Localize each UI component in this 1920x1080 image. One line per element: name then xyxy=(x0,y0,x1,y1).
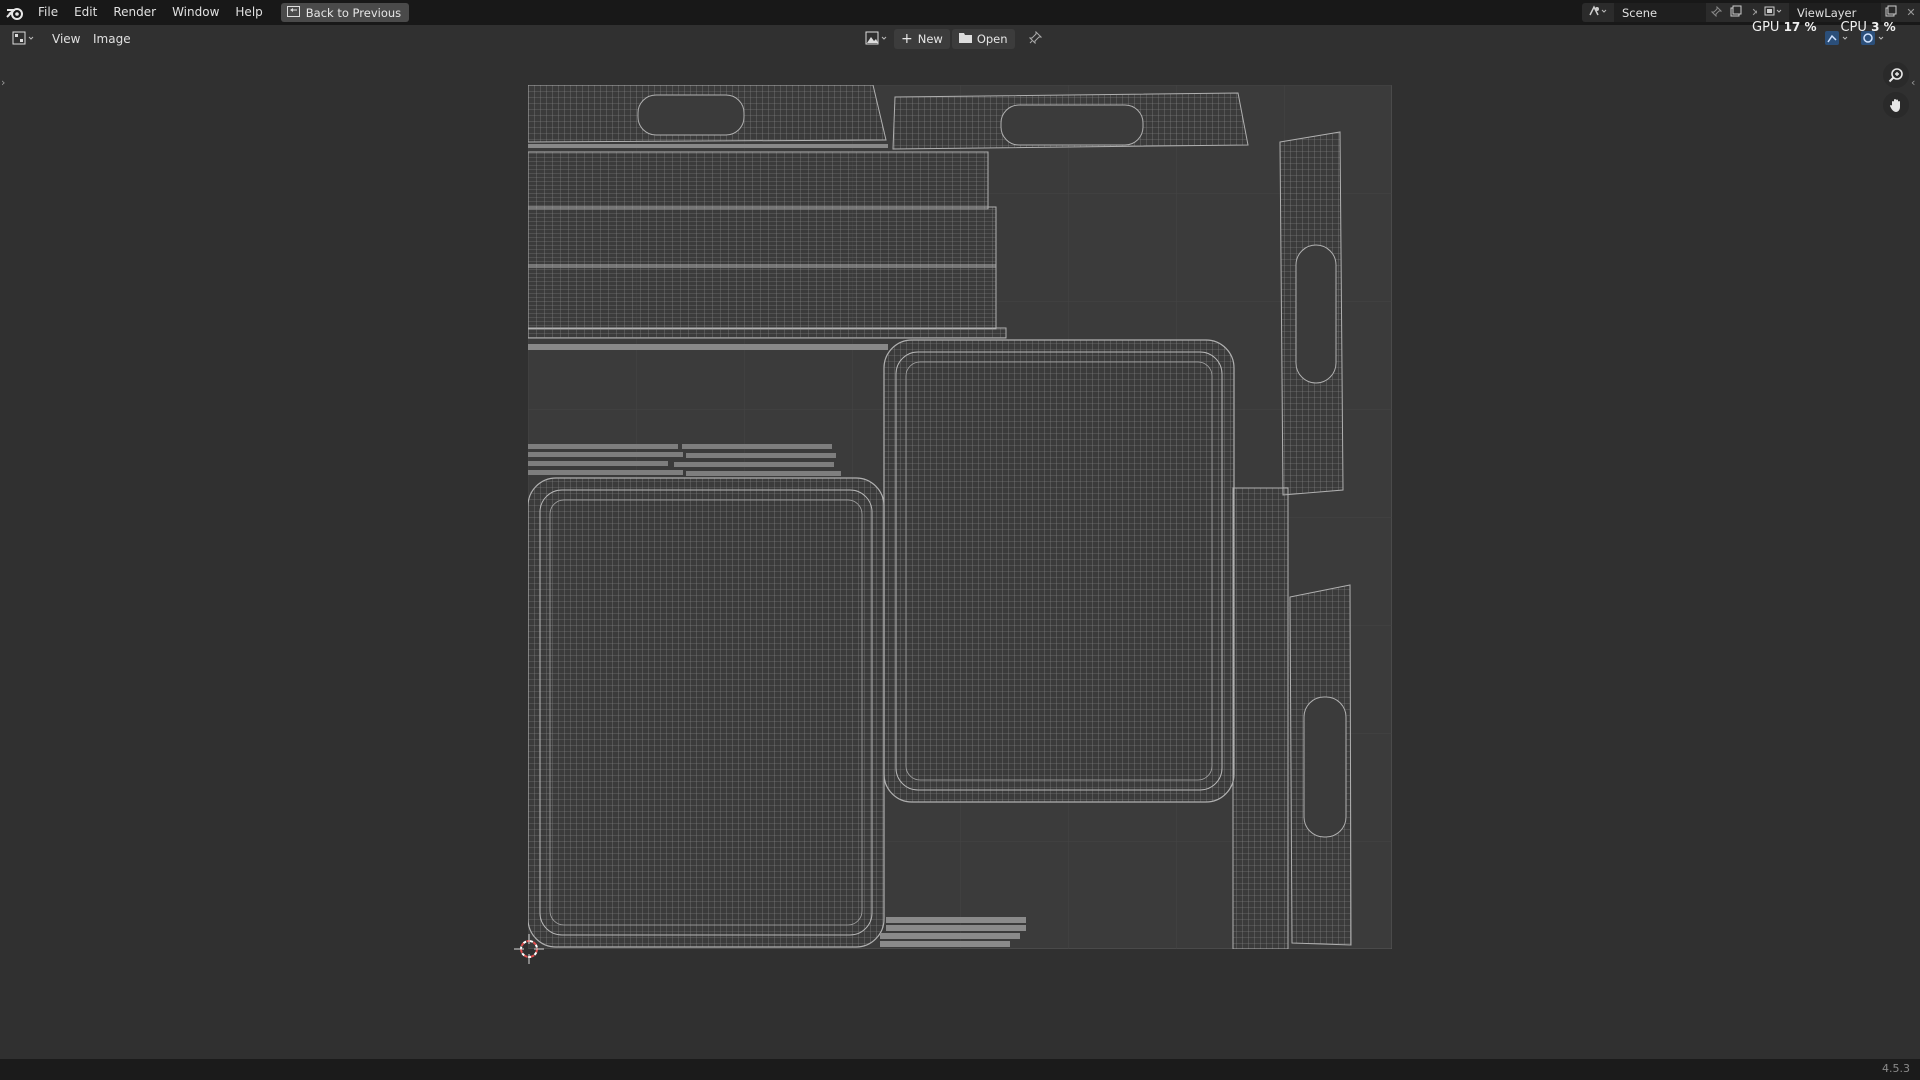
overlay-buttons xyxy=(1824,30,1888,49)
zoom-icon[interactable] xyxy=(1883,62,1909,88)
image-editor-header: View Image + New Open xyxy=(0,25,1920,53)
plus-icon: + xyxy=(901,31,913,47)
image-editor-type-icon xyxy=(11,31,37,48)
uv-island xyxy=(1232,487,1289,949)
close-icon: ✕ xyxy=(1906,6,1916,19)
gpu-stat: GPU 17 % xyxy=(1752,20,1816,35)
duplicate-icon xyxy=(1730,5,1742,20)
uv-island xyxy=(528,477,885,948)
menu-image[interactable]: Image xyxy=(93,29,131,49)
back-to-previous-button[interactable]: Back to Previous xyxy=(280,3,410,22)
gpu-value: 17 % xyxy=(1783,20,1817,34)
uv-island xyxy=(892,92,1249,150)
toolbar-expand-arrow-icon[interactable]: › xyxy=(1,76,5,89)
blender-logo-icon[interactable] xyxy=(0,0,30,25)
sidebar-expand-arrow-icon[interactable]: ‹ xyxy=(1911,76,1915,89)
new-scene-button[interactable] xyxy=(1726,3,1746,22)
scene-name-field[interactable]: Scene xyxy=(1614,3,1706,22)
menu-help[interactable]: Help xyxy=(227,0,270,25)
uv-island xyxy=(1289,584,1352,946)
image-browse-button[interactable] xyxy=(862,29,892,49)
status-bar: 4.5.3 xyxy=(0,1059,1920,1080)
back-to-previous-icon xyxy=(286,5,300,20)
open-image-label: Open xyxy=(976,32,1008,46)
pin-scene-button[interactable] xyxy=(1706,3,1726,22)
top-bar: File Edit Render Window Help Back to Pre… xyxy=(0,0,1920,25)
pin-icon xyxy=(1028,30,1043,47)
new-image-button[interactable]: + New xyxy=(894,29,950,49)
menu-edit[interactable]: Edit xyxy=(66,0,105,25)
gpu-label: GPU xyxy=(1752,20,1780,35)
uv-island xyxy=(528,151,1007,350)
open-image-button[interactable]: Open xyxy=(951,29,1015,49)
new-image-label: New xyxy=(917,32,943,46)
gizmo-toggle-icon[interactable] xyxy=(1824,30,1852,49)
back-to-previous-label: Back to Previous xyxy=(305,5,402,20)
uv-island xyxy=(528,85,888,148)
cursor-3d-icon[interactable] xyxy=(512,932,546,966)
uv-canvas[interactable] xyxy=(528,85,1392,949)
image-browse-icon xyxy=(864,31,890,48)
folder-icon xyxy=(958,32,972,46)
uv-island xyxy=(1279,131,1344,496)
delete-view-layer-button[interactable]: ✕ xyxy=(1901,3,1920,22)
pin-image-button[interactable] xyxy=(1025,29,1047,49)
pin-icon xyxy=(1710,5,1722,20)
scene-type-dropdown[interactable] xyxy=(1582,3,1614,22)
editor-type-button[interactable] xyxy=(10,29,38,49)
menu-file[interactable]: File xyxy=(30,0,66,25)
version-label: 4.5.3 xyxy=(1882,1062,1910,1075)
view-layer-icon xyxy=(1763,5,1783,20)
duplicate-icon xyxy=(1885,5,1897,20)
uv-island xyxy=(883,339,1235,803)
scene-selector: Scene ✕ xyxy=(1582,3,1766,22)
menu-window[interactable]: Window xyxy=(164,0,227,25)
image-tools: + New Open xyxy=(862,29,1047,49)
menu-view[interactable]: View xyxy=(52,29,80,49)
menu-render[interactable]: Render xyxy=(105,0,164,25)
overlay-toggle-icon[interactable] xyxy=(1860,30,1888,49)
scene-icon xyxy=(1588,5,1608,20)
hand-icon[interactable] xyxy=(1883,92,1909,118)
